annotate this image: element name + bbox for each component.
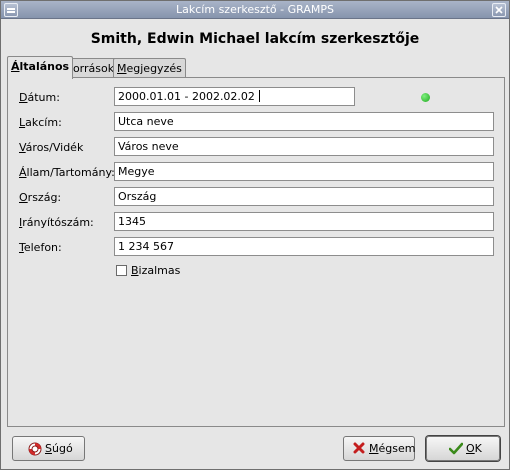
window-close-button[interactable] <box>492 3 506 17</box>
cancel-button[interactable]: Mégsem <box>343 436 415 461</box>
cancel-button-label: Mégsem <box>369 442 416 455</box>
country-label: Ország: <box>19 191 62 204</box>
country-field[interactable]: Ország <box>114 187 494 206</box>
help-button[interactable]: Súgó <box>12 436 85 461</box>
postal-code-label: Irányítószám: <box>19 216 94 229</box>
cancel-x-icon <box>353 442 365 454</box>
help-lifebuoy-icon <box>28 442 42 456</box>
state-label: Állam/Tartomány: <box>19 166 115 179</box>
date-label: Dátum: <box>19 91 60 104</box>
ok-button-label: OK <box>466 442 482 455</box>
date-valid-status-icon <box>421 93 430 102</box>
state-field[interactable]: Megye <box>114 162 494 181</box>
city-field[interactable]: Város neve <box>114 137 494 156</box>
close-icon <box>495 6 503 14</box>
text-caret <box>258 90 260 102</box>
address-field[interactable]: Utca neve <box>114 112 494 131</box>
window-title: Lakcím szerkesztő - GRAMPS <box>176 3 334 16</box>
dialog-heading: Smith, Edwin Michael lakcím szerkesztője <box>90 31 420 47</box>
private-checkbox[interactable] <box>116 265 127 276</box>
tab-notes[interactable]: Megjegyzés <box>113 58 186 78</box>
postal-code-field[interactable]: 1345 <box>114 212 494 231</box>
help-button-label: Súgó <box>45 442 73 455</box>
date-field[interactable]: 2000.01.01 - 2002.02.02 <box>114 87 355 106</box>
address-editor-window: Lakcím szerkesztő - GRAMPS Smith, Edwin … <box>0 0 510 470</box>
ok-check-icon <box>449 442 463 455</box>
address-label: Lakcím: <box>19 116 62 129</box>
title-bar: Lakcím szerkesztő - GRAMPS <box>1 1 509 19</box>
tab-general[interactable]: Általános <box>7 56 74 79</box>
ok-button[interactable]: OK <box>426 436 500 461</box>
phone-label: Telefon: <box>19 241 62 254</box>
city-label: Város/Vidék <box>19 141 84 154</box>
private-checkbox-label[interactable]: Bizalmas <box>131 264 180 277</box>
phone-field[interactable]: 1 234 567 <box>114 237 494 256</box>
